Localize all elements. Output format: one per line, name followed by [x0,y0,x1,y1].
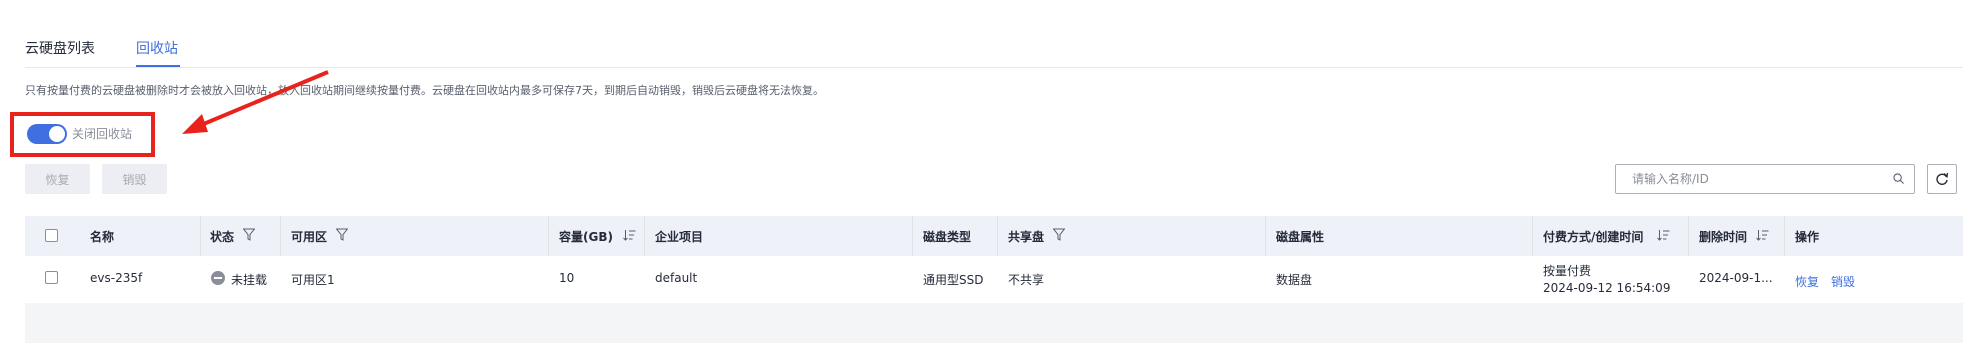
search-icon[interactable] [1893,173,1904,184]
column-separator [644,216,645,256]
select-all-checkbox[interactable] [45,229,58,242]
refresh-button[interactable] [1927,164,1957,194]
zone-filter-icon[interactable] [336,228,348,241]
column-separator [280,216,281,256]
disk-attribute: 数据盘 [1276,273,1313,287]
column-attribute: 磁盘属性 [1276,230,1325,244]
column-zone: 可用区 [291,230,328,244]
column-status: 状态 [210,230,235,244]
column-separator [912,216,913,256]
status-filter-icon[interactable] [243,228,255,241]
row-checkbox[interactable] [45,271,58,284]
column-deleted: 删除时间 [1699,230,1748,244]
destroy-button[interactable]: 销毁 [102,164,167,194]
disk-project: default [655,271,698,285]
column-capacity: 容量(GB) [559,230,613,244]
disk-shared: 不共享 [1008,273,1045,287]
column-disk-type: 磁盘类型 [923,230,972,244]
refresh-icon [1936,172,1949,185]
disk-created-time: 2024-09-12 16:54:09 [1543,281,1671,295]
disk-deleted-time: 2024-09-1... [1699,271,1773,285]
column-separator [548,216,549,256]
column-name: 名称 [90,230,115,244]
column-separator [1265,216,1266,256]
tab-divider [25,67,1963,68]
column-separator [1532,216,1533,256]
row-restore-link[interactable]: 恢复 [1795,273,1819,290]
column-billing-created: 付费方式/创建时间 [1543,230,1644,244]
column-separator [1688,216,1689,256]
table-empty-area [25,303,1963,343]
column-separator [1784,216,1785,256]
capacity-sort-icon[interactable] [623,229,636,241]
disk-name: evs-235f [90,271,143,285]
disk-zone: 可用区1 [291,273,335,287]
row-destroy-link[interactable]: 销毁 [1831,273,1855,290]
column-actions: 操作 [1795,230,1820,244]
disk-status: 未挂载 [231,273,268,287]
column-project: 企业项目 [655,230,704,244]
search-input[interactable] [1630,171,1884,187]
tab-recycle-bin[interactable]: 回收站 [136,38,178,58]
shared-filter-icon[interactable] [1053,228,1065,241]
tab-disk-list[interactable]: 云硬盘列表 [25,38,95,58]
search-box [1615,164,1915,194]
created-sort-icon[interactable] [1657,229,1670,241]
disk-type: 通用型SSD [923,273,984,287]
disk-capacity: 10 [559,271,575,285]
recycle-notice: 只有按量付费的云硬盘被删除时才会被放入回收站，放入回收站期间继续按量付费。云硬盘… [25,84,824,97]
annotation-arrow [182,70,329,134]
restore-button[interactable]: 恢复 [25,164,90,194]
disk-billing: 按量付费 [1543,264,1592,278]
column-shared: 共享盘 [1008,230,1045,244]
deleted-sort-icon[interactable] [1756,229,1769,241]
annotation-highlight-box [10,112,155,157]
status-unmounted-icon [211,271,225,285]
column-separator [200,216,201,256]
column-separator [997,216,998,256]
